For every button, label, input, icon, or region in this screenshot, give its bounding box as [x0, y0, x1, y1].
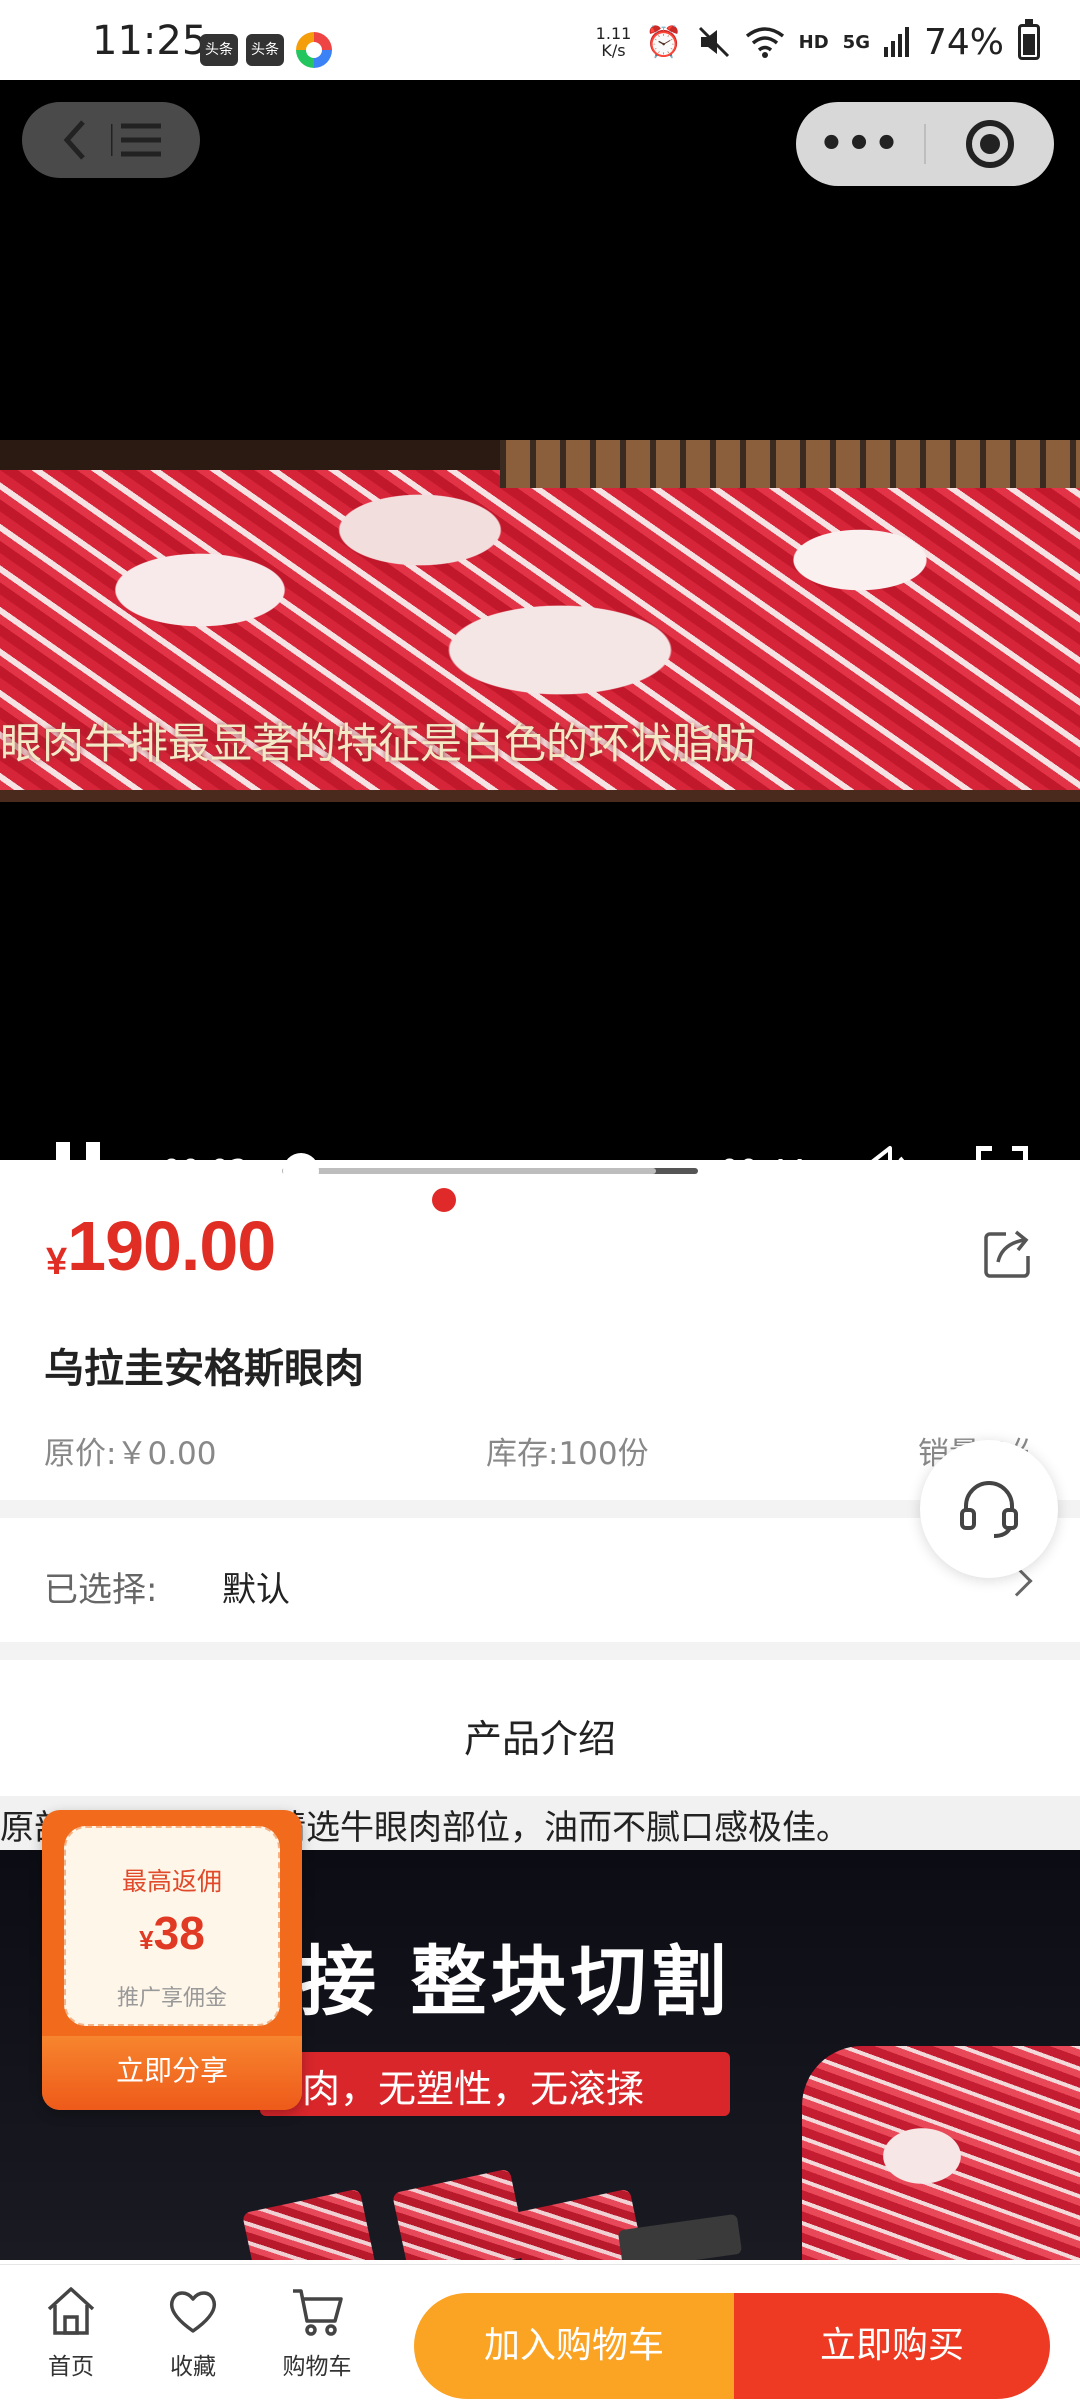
toutiao-icon: 头条: [200, 34, 238, 66]
selection-value[interactable]: 默认: [222, 1562, 290, 1611]
wifi-icon: [745, 27, 784, 58]
grill-image: [500, 440, 1080, 488]
knife-image: [617, 2213, 743, 2260]
share-now-button[interactable]: 立即分享: [42, 2036, 302, 2110]
miniapp-capsule: •••: [796, 102, 1054, 186]
network-type: 5G: [842, 31, 870, 53]
cart-icon: [293, 2289, 343, 2336]
product-price: ¥190.00: [46, 1207, 276, 1285]
progress-knob[interactable]: [282, 1153, 319, 1189]
fullscreen-icon[interactable]: [976, 1146, 1028, 1198]
section-divider: [0, 1500, 1080, 1518]
meat-cube-image: [391, 2168, 529, 2260]
battery-percent: 74%: [923, 21, 1004, 63]
add-to-cart-button[interactable]: 加入购物车: [414, 2293, 734, 2399]
tab-cart[interactable]: 购物车: [262, 2283, 372, 2387]
rebate-desc: 推广享佣金: [116, 1986, 227, 2011]
record-dot: [432, 1188, 456, 1212]
rebate-title: 最高返佣: [121, 1867, 222, 1896]
buffer-bar: [282, 1168, 657, 1174]
product-video[interactable]: ••• 眼肉牛排最显著的特征是白色的环状脂肪 00:02 00:44: [0, 80, 1080, 1212]
tab-home[interactable]: 首页: [16, 2283, 126, 2387]
more-icon[interactable]: •••: [796, 121, 924, 167]
mute-icon: [698, 26, 729, 58]
share-icon[interactable]: [980, 1226, 1036, 1282]
selection-label: 已选择:: [44, 1570, 158, 1610]
headset-icon: [960, 1481, 1018, 1538]
menu-icon[interactable]: [111, 120, 161, 160]
product-title: 乌拉圭安格斯眼肉: [44, 1346, 364, 1392]
customer-service-button[interactable]: [920, 1440, 1058, 1578]
home-icon: [47, 2287, 95, 2335]
toutiao-icon: 头条: [246, 34, 284, 66]
battery-icon: [1018, 19, 1040, 60]
rebate-amount: ¥38: [139, 1907, 205, 1959]
progress-track[interactable]: [282, 1153, 698, 1189]
back-icon[interactable]: [61, 118, 89, 162]
total-time: 00:44: [720, 1154, 807, 1189]
heart-icon: [169, 2291, 217, 2333]
video-subtitle: 眼肉牛排最显著的特征是白色的环状脂肪: [0, 719, 757, 768]
section-divider: [0, 1642, 1080, 1660]
app-notification-icon: [296, 32, 332, 68]
pause-icon[interactable]: [56, 1142, 100, 1198]
rebate-card[interactable]: 最高返佣 ¥38 推广享佣金 立即分享: [42, 1810, 302, 2110]
alarm-icon: ⏰: [645, 24, 683, 60]
promo-subline: 肉，无塑性，无滚揉: [302, 2067, 645, 2111]
current-time: 00:02: [162, 1154, 249, 1189]
original-price: 原价:￥0.00: [44, 1436, 217, 1472]
volume-icon[interactable]: [856, 1144, 916, 1198]
net-speed: 1.11 K/s: [595, 24, 632, 60]
buy-now-button[interactable]: 立即购买: [734, 2293, 1050, 2399]
meat-block-image: [802, 2046, 1080, 2260]
hd-indicator: HD: [798, 31, 829, 53]
tab-home-label: 首页: [48, 2354, 94, 2380]
stock-count: 库存:100份: [486, 1436, 649, 1472]
tab-favorite-label: 收藏: [170, 2354, 216, 2380]
meat-cube-image: [241, 2188, 379, 2260]
bottom-action-bar: 首页 收藏 购物车 加入购物车 立即购买: [0, 2264, 1080, 2400]
signal-icon: [883, 27, 909, 57]
tab-favorite[interactable]: 收藏: [138, 2283, 248, 2387]
close-miniapp-button[interactable]: [926, 120, 1054, 168]
target-icon: [966, 120, 1014, 168]
tab-cart-label: 购物车: [282, 2354, 352, 2380]
promo-headline: 接 整块切割: [300, 1937, 731, 2026]
status-time: 11:25: [92, 18, 208, 64]
status-bar: 11:25 头条 头条 1.11 K/s ⏰ HD 5G 74%: [0, 0, 1080, 80]
nav-capsule: [22, 102, 200, 178]
intro-title: 产品介绍: [463, 1717, 616, 1761]
